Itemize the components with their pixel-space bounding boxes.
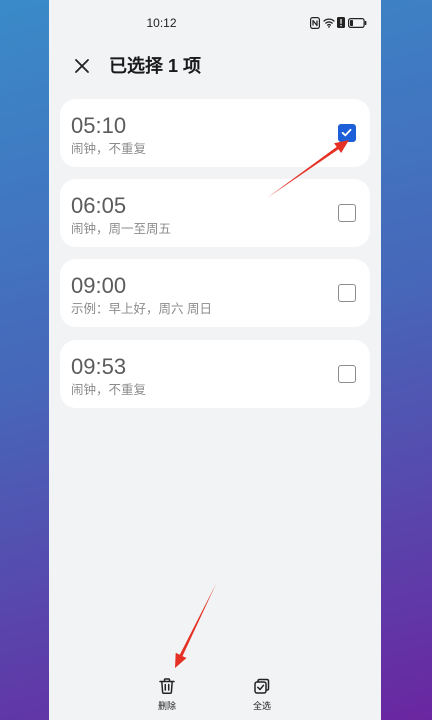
alarm-card[interactable]: 09:53 闹钟，不重复 (60, 340, 370, 408)
close-icon (75, 59, 89, 73)
alarm-time: 06:05 (71, 193, 127, 218)
select-all-label: 全选 (252, 701, 271, 711)
close-button[interactable] (73, 57, 91, 75)
battery-icon (348, 18, 367, 28)
status-time: 10:12 (146, 16, 177, 30)
select-all-icon (253, 677, 271, 695)
alarm-card[interactable]: 06:05 闹钟，周一至周五 (60, 179, 370, 247)
delete-button[interactable]: 删除 (147, 674, 187, 712)
alarm-time: 09:53 (71, 354, 127, 379)
nfc-icon (310, 17, 320, 29)
alarm-checkbox[interactable] (338, 365, 356, 383)
select-all-button[interactable]: 全选 (242, 674, 282, 712)
delete-label: 删除 (157, 701, 176, 711)
alarm-checkbox[interactable] (338, 204, 356, 222)
alarm-card[interactable]: 09:00 示例：早上好，周六 周日 (60, 259, 370, 327)
alarm-description: 闹钟，不重复 (71, 142, 147, 156)
app-screen: 10:12 已选择 1 项 05:10 闹钟，不重复 06:05 闹钟，周一至周… (49, 0, 381, 720)
alarm-description: 示例：早上好，周六 周日 (71, 302, 212, 316)
alarm-checkbox[interactable] (338, 284, 356, 302)
alarm-checkbox[interactable] (338, 124, 356, 142)
alarm-description: 闹钟，不重复 (71, 383, 147, 397)
checkmark-icon (341, 128, 352, 137)
alarm-card[interactable]: 05:10 闹钟，不重复 (60, 99, 370, 167)
wifi-icon (323, 17, 335, 28)
trash-icon (158, 677, 176, 695)
page-title: 已选择 1 项 (109, 56, 202, 76)
alarm-description: 闹钟，周一至周五 (71, 222, 172, 236)
alert-icon (337, 17, 345, 28)
alarm-time: 09:00 (71, 273, 127, 298)
alarm-time: 05:10 (71, 113, 127, 138)
